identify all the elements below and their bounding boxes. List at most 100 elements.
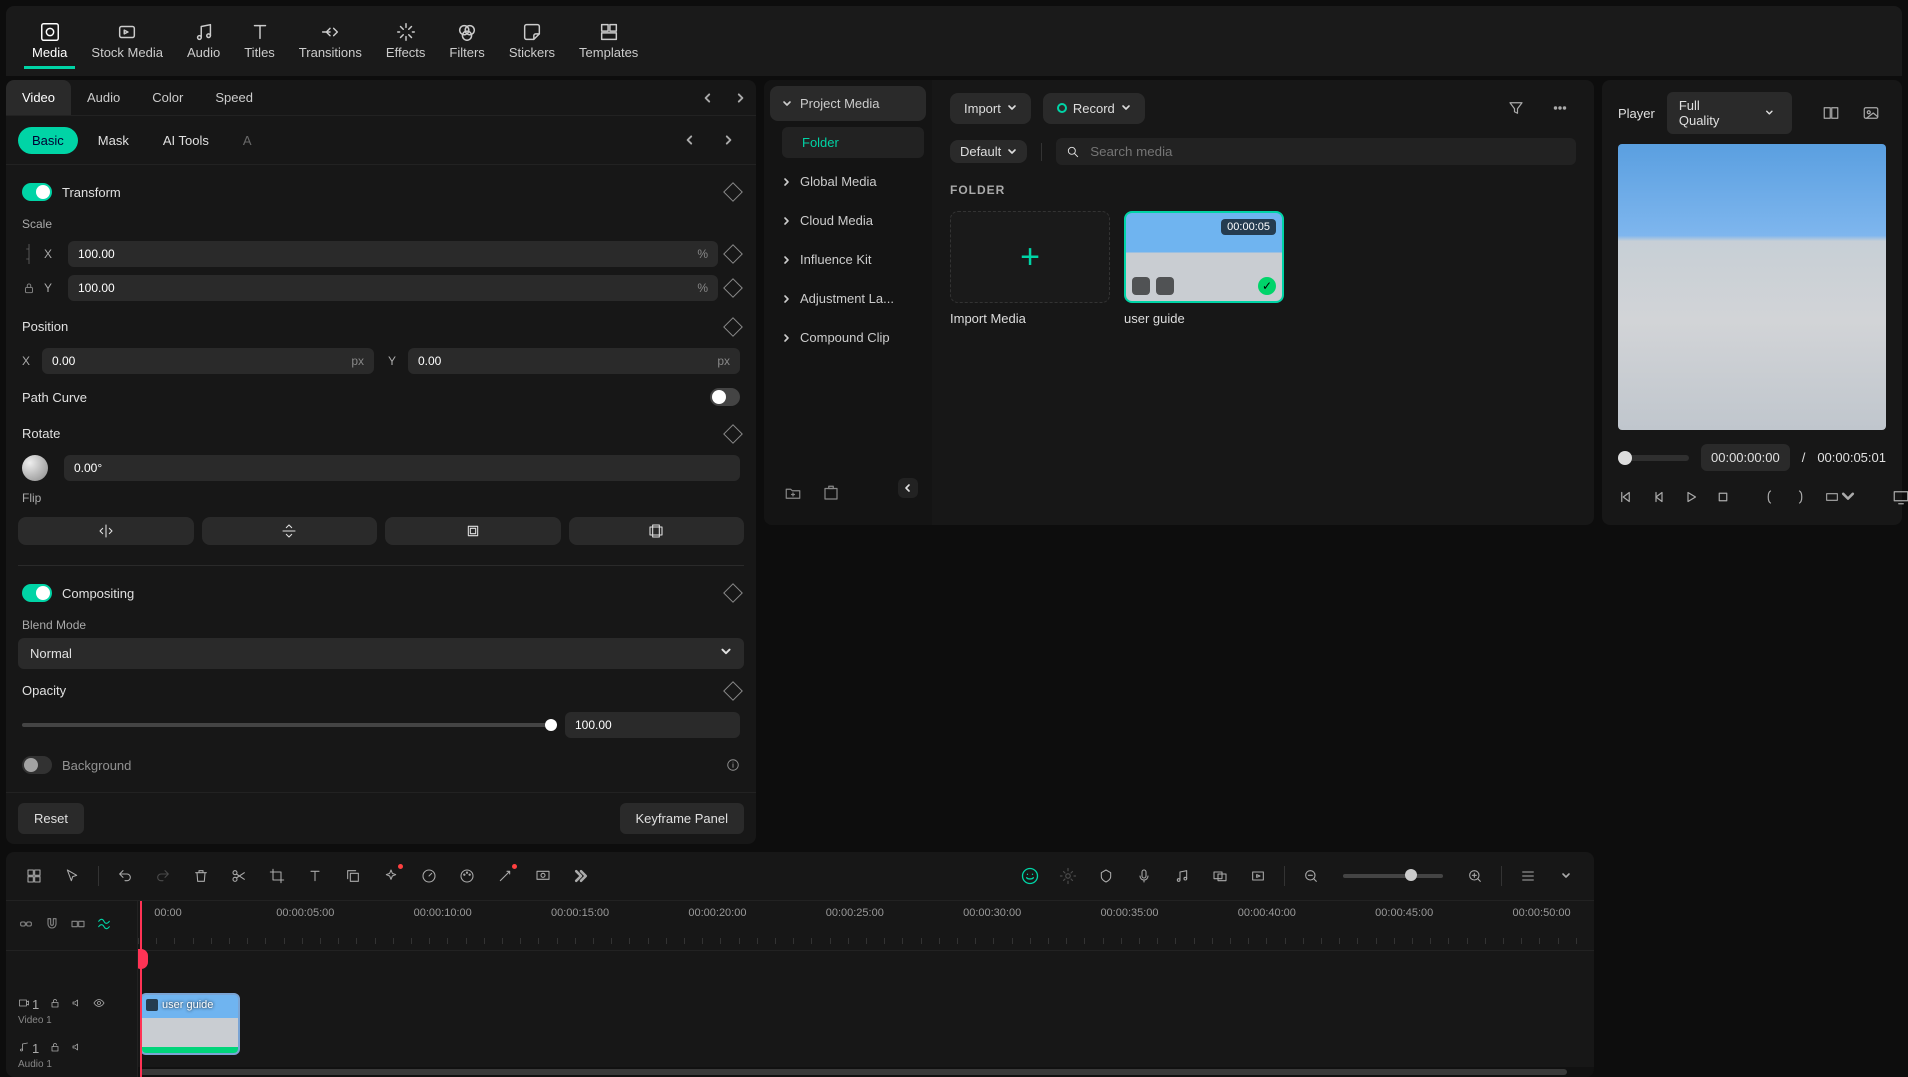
- preview-canvas[interactable]: [1618, 144, 1886, 430]
- new-bin-button[interactable]: [816, 478, 846, 511]
- new-folder-button[interactable]: [778, 478, 808, 511]
- undo-button[interactable]: [111, 862, 139, 890]
- mute-icon[interactable]: [71, 997, 83, 1009]
- pos-y-input[interactable]: px: [408, 348, 740, 374]
- filter-button[interactable]: [1500, 92, 1532, 124]
- layout-button[interactable]: [20, 862, 48, 890]
- tab-stickers[interactable]: Stickers: [501, 13, 563, 69]
- background-toggle[interactable]: [22, 756, 52, 774]
- aspect-button[interactable]: [1824, 481, 1856, 513]
- settings-button[interactable]: [1054, 862, 1082, 890]
- scale-y-input[interactable]: %: [68, 275, 718, 301]
- track-size-menu[interactable]: [1552, 862, 1580, 890]
- tab-stock[interactable]: Stock Media: [83, 13, 171, 69]
- keyframe-button[interactable]: [723, 278, 743, 298]
- sidebar-item-influence-kit[interactable]: Influence Kit: [770, 242, 926, 277]
- sidebar-item-folder[interactable]: Folder: [782, 127, 924, 158]
- keyframe-button[interactable]: [723, 244, 743, 264]
- tab-media[interactable]: Media: [24, 13, 75, 69]
- overlap-button[interactable]: [1206, 862, 1234, 890]
- zoom-out-button[interactable]: [1297, 862, 1325, 890]
- scroll-right-button[interactable]: [712, 124, 744, 156]
- fill-button[interactable]: [569, 517, 745, 545]
- split-button[interactable]: [225, 862, 253, 890]
- keyframe-button[interactable]: [723, 424, 743, 444]
- h-scrollbar[interactable]: [138, 1067, 1594, 1077]
- redo-button[interactable]: [149, 862, 177, 890]
- play-backward-button[interactable]: [1650, 481, 1668, 513]
- keyframe-panel-button[interactable]: Keyframe Panel: [620, 803, 745, 834]
- face-button[interactable]: [1016, 862, 1044, 890]
- fit-button[interactable]: [385, 517, 561, 545]
- quality-selector[interactable]: Full Quality: [1667, 92, 1792, 134]
- subtab-basic[interactable]: Basic: [18, 127, 78, 154]
- track-size-button[interactable]: [1514, 862, 1542, 890]
- zoom-in-button[interactable]: [1461, 862, 1489, 890]
- tl-autoscroll-button[interactable]: [96, 916, 112, 935]
- tab-effects[interactable]: Effects: [378, 13, 434, 69]
- playhead[interactable]: [140, 901, 142, 1077]
- import-media-tile[interactable]: + Import Media: [950, 211, 1110, 326]
- copy-button[interactable]: [339, 862, 367, 890]
- import-button[interactable]: Import: [950, 93, 1031, 124]
- lock-icon[interactable]: [49, 1041, 61, 1053]
- compositing-toggle[interactable]: [22, 584, 52, 602]
- more-tools-button[interactable]: [567, 862, 595, 890]
- rotate-knob[interactable]: [22, 455, 48, 481]
- render-button[interactable]: [1244, 862, 1272, 890]
- marker-button[interactable]: [1092, 862, 1120, 890]
- subtab-ai-tools[interactable]: AI Tools: [149, 127, 223, 154]
- clip-tile-user-guide[interactable]: 00:00:05 ✓ user guide: [1124, 211, 1284, 326]
- text-button[interactable]: [301, 862, 329, 890]
- subtab-mask[interactable]: Mask: [84, 127, 143, 154]
- tab-audio[interactable]: Audio: [71, 80, 136, 115]
- prev-frame-button[interactable]: [1618, 481, 1636, 513]
- ai-button[interactable]: [491, 862, 519, 890]
- display-button[interactable]: [1892, 481, 1908, 513]
- keyframe-button[interactable]: [723, 317, 743, 337]
- flip-v-button[interactable]: [202, 517, 378, 545]
- tab-transitions[interactable]: Transitions: [291, 13, 370, 69]
- tab-color[interactable]: Color: [136, 80, 199, 115]
- track-head-video[interactable]: 1 Video 1: [6, 989, 137, 1033]
- record-button[interactable]: Record: [1043, 93, 1145, 124]
- timeline-tracks[interactable]: 00:0000:00:05:0000:00:10:0000:00:15:0000…: [138, 901, 1594, 1077]
- speed-button[interactable]: [415, 862, 443, 890]
- opacity-slider[interactable]: [22, 723, 557, 727]
- reset-button[interactable]: Reset: [18, 803, 84, 834]
- tab-video[interactable]: Video: [6, 80, 71, 115]
- sidebar-item-project-media[interactable]: Project Media: [770, 86, 926, 121]
- sidebar-item-global-media[interactable]: Global Media: [770, 164, 926, 199]
- color-button[interactable]: [453, 862, 481, 890]
- opacity-input[interactable]: [565, 712, 740, 738]
- tl-ripple-button[interactable]: [70, 916, 86, 935]
- scroll-left-button[interactable]: [674, 124, 706, 156]
- snapshot-button[interactable]: [1857, 97, 1886, 129]
- tab-audio[interactable]: Audio: [179, 13, 228, 69]
- select-tool-button[interactable]: [58, 862, 86, 890]
- mark-out-button[interactable]: [1792, 481, 1810, 513]
- pos-x-input[interactable]: px: [42, 348, 374, 374]
- timeline-ruler[interactable]: 00:0000:00:05:0000:00:10:0000:00:15:0000…: [138, 901, 1594, 951]
- search-input[interactable]: [1056, 138, 1576, 165]
- sort-default-button[interactable]: Default: [950, 140, 1027, 163]
- tab-titles[interactable]: Titles: [236, 13, 283, 69]
- search-field[interactable]: [1090, 144, 1566, 159]
- player-scrubber[interactable]: [1618, 455, 1689, 461]
- tab-filters[interactable]: Filters: [441, 13, 492, 69]
- scale-x-input[interactable]: %: [68, 241, 718, 267]
- rotate-input[interactable]: [64, 455, 740, 481]
- mute-icon[interactable]: [71, 1041, 83, 1053]
- chroma-button[interactable]: [529, 862, 557, 890]
- collapse-sidebar-button[interactable]: [898, 478, 918, 498]
- transform-toggle[interactable]: [22, 183, 52, 201]
- lock-icon[interactable]: [22, 281, 36, 295]
- pathcurve-toggle[interactable]: [710, 388, 740, 406]
- tab-speed[interactable]: Speed: [199, 80, 269, 115]
- stop-button[interactable]: [1714, 481, 1732, 513]
- sidebar-item-cloud-media[interactable]: Cloud Media: [770, 203, 926, 238]
- mark-in-button[interactable]: [1760, 481, 1778, 513]
- sidebar-item-adjustment-layer[interactable]: Adjustment La...: [770, 281, 926, 316]
- tab-templates[interactable]: Templates: [571, 13, 646, 69]
- compare-button[interactable]: [1816, 97, 1845, 129]
